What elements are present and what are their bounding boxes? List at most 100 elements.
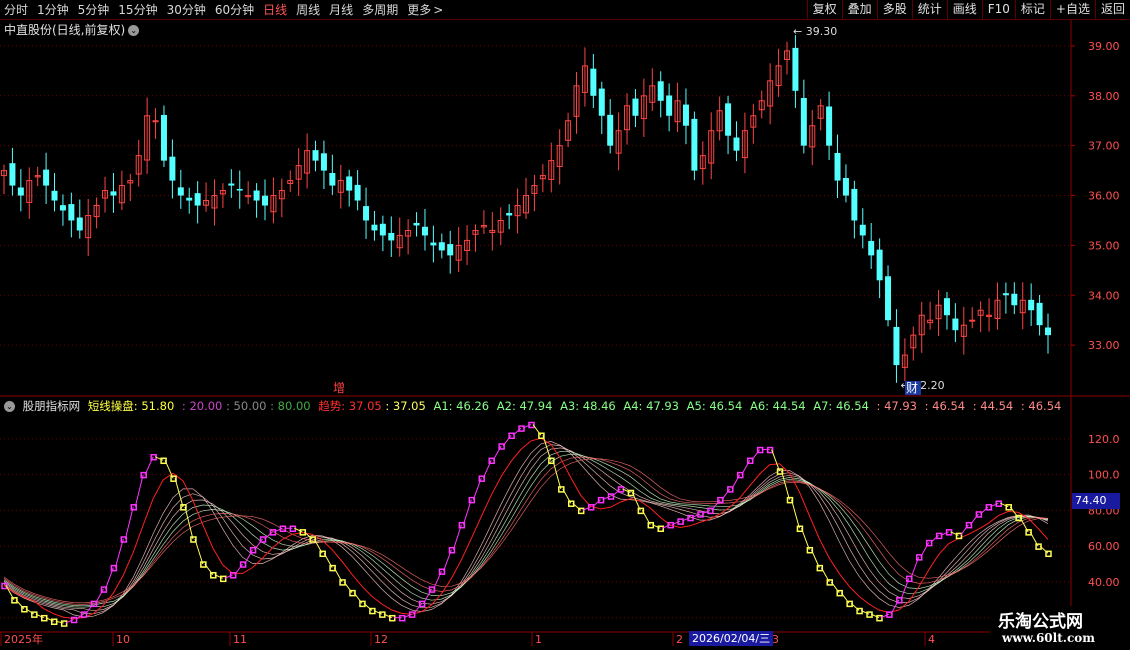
step-connector xyxy=(731,474,741,490)
candle-body xyxy=(1036,302,1043,326)
current-value-badge: 74.40 xyxy=(1072,493,1120,509)
step-connector xyxy=(532,424,542,436)
step-connector xyxy=(562,488,572,504)
step-connector xyxy=(254,538,263,551)
candle-body xyxy=(51,190,58,201)
candle-body xyxy=(842,177,849,196)
candle-body xyxy=(438,242,445,251)
step-connector xyxy=(124,506,134,540)
step-mark xyxy=(955,532,963,540)
watermark: 乐淘公式网 www.60lt.com xyxy=(990,606,1130,650)
r1-value: : 47.93 xyxy=(876,399,917,413)
watermark-title: 乐淘公式网 xyxy=(998,612,1083,632)
step-connector xyxy=(830,581,840,593)
candle-body xyxy=(885,276,892,321)
x-tick-label: 11 xyxy=(233,633,247,646)
indicator-name[interactable]: 股朋指标网 xyxy=(23,399,81,413)
step-connector xyxy=(641,510,651,525)
candle-body xyxy=(598,88,605,116)
step-connector xyxy=(343,581,353,593)
candle-body xyxy=(851,188,858,221)
chevron-down-icon[interactable]: ⌄ xyxy=(4,401,15,412)
step-connector xyxy=(134,474,144,507)
x-tick-label: 4 xyxy=(928,633,935,646)
step-connector xyxy=(184,506,194,540)
candle-body xyxy=(506,213,513,216)
x-tick-label: 12 xyxy=(374,633,388,646)
candle-body xyxy=(110,191,117,196)
candle-body xyxy=(632,98,639,116)
step-connector xyxy=(353,592,363,604)
step-connector xyxy=(144,456,154,475)
price-tick-label: 37.00 xyxy=(1088,140,1120,153)
candle-body xyxy=(969,319,976,322)
step-connector xyxy=(104,567,114,590)
grid-lines xyxy=(0,45,1071,619)
step-connector xyxy=(810,549,820,568)
short-term-steps xyxy=(1,421,1052,627)
candle-body xyxy=(859,224,866,236)
price-tick-label: 38.00 xyxy=(1088,90,1120,103)
step-connector xyxy=(443,549,452,572)
candle-body xyxy=(320,153,327,171)
candle-body xyxy=(186,197,193,201)
candle-body xyxy=(666,95,673,116)
a7-value: A7: 46.54 xyxy=(813,399,869,413)
indicator-tick-label: 120.0 xyxy=(1088,433,1120,446)
a1-value: A1: 46.26 xyxy=(433,399,490,413)
candle-body xyxy=(1045,327,1051,336)
candle-body xyxy=(152,120,159,123)
candle-body xyxy=(169,156,176,181)
step-connector xyxy=(741,460,751,475)
ribbon-line xyxy=(3,441,1049,618)
step-connector xyxy=(1029,531,1039,547)
x-tick-label: 10 xyxy=(116,633,130,646)
step-connector xyxy=(920,542,930,558)
step-connector xyxy=(204,563,214,576)
candle-body xyxy=(1028,299,1035,311)
price-tick-label: 36.00 xyxy=(1088,190,1120,203)
candle-body xyxy=(943,298,950,316)
candle-body xyxy=(59,205,66,211)
candle-body xyxy=(160,114,167,161)
ribbon-line xyxy=(3,447,1049,612)
step-connector xyxy=(800,528,810,550)
step-connector xyxy=(482,460,492,479)
candle-body xyxy=(893,326,900,366)
a5-value: A5: 46.54 xyxy=(686,399,743,413)
candle-body xyxy=(607,114,614,146)
step-connector xyxy=(333,567,343,583)
price-chart[interactable]: 39.00 38.00 37.00 36.00 35.00 34.00 33.00 120.0… xyxy=(0,0,1130,650)
ribbon-line xyxy=(3,458,1049,604)
marker-zeng: 增 xyxy=(333,381,345,395)
candle-body xyxy=(682,104,689,126)
indicator-header: ⌄ 股朋指标网 短线操盘: 51.80 : 20.00 : 50.00 : 80… xyxy=(4,398,1065,414)
step-connector xyxy=(323,553,333,568)
candle-body xyxy=(346,176,353,191)
candle-body xyxy=(733,137,740,151)
candle-body xyxy=(657,81,664,101)
step-connector xyxy=(751,449,761,461)
candle-body xyxy=(354,184,361,201)
step-connector xyxy=(820,567,830,583)
candle-body xyxy=(312,150,319,161)
indicator-tick-label: 40.00 xyxy=(1088,576,1120,589)
step-connector xyxy=(472,478,482,500)
step-connector xyxy=(492,445,502,461)
candle-body xyxy=(1011,293,1018,306)
marker-cai: 财 xyxy=(906,381,918,395)
candlesticks xyxy=(1,35,1051,383)
r4-value: : 46.54 xyxy=(1020,399,1062,413)
step-mark xyxy=(876,614,883,622)
candle-body xyxy=(725,103,732,136)
a4-value: A4: 47.93 xyxy=(623,399,679,413)
trend-value: 趋势: 37.05 xyxy=(318,399,382,413)
r2-value: : 46.54 xyxy=(924,399,966,413)
step-mark xyxy=(657,525,664,533)
step-mark xyxy=(219,575,227,583)
step-connector xyxy=(194,538,204,565)
step-connector xyxy=(631,492,641,511)
candle-body xyxy=(329,173,336,186)
step-connector xyxy=(960,524,969,536)
step-connector xyxy=(791,499,800,529)
